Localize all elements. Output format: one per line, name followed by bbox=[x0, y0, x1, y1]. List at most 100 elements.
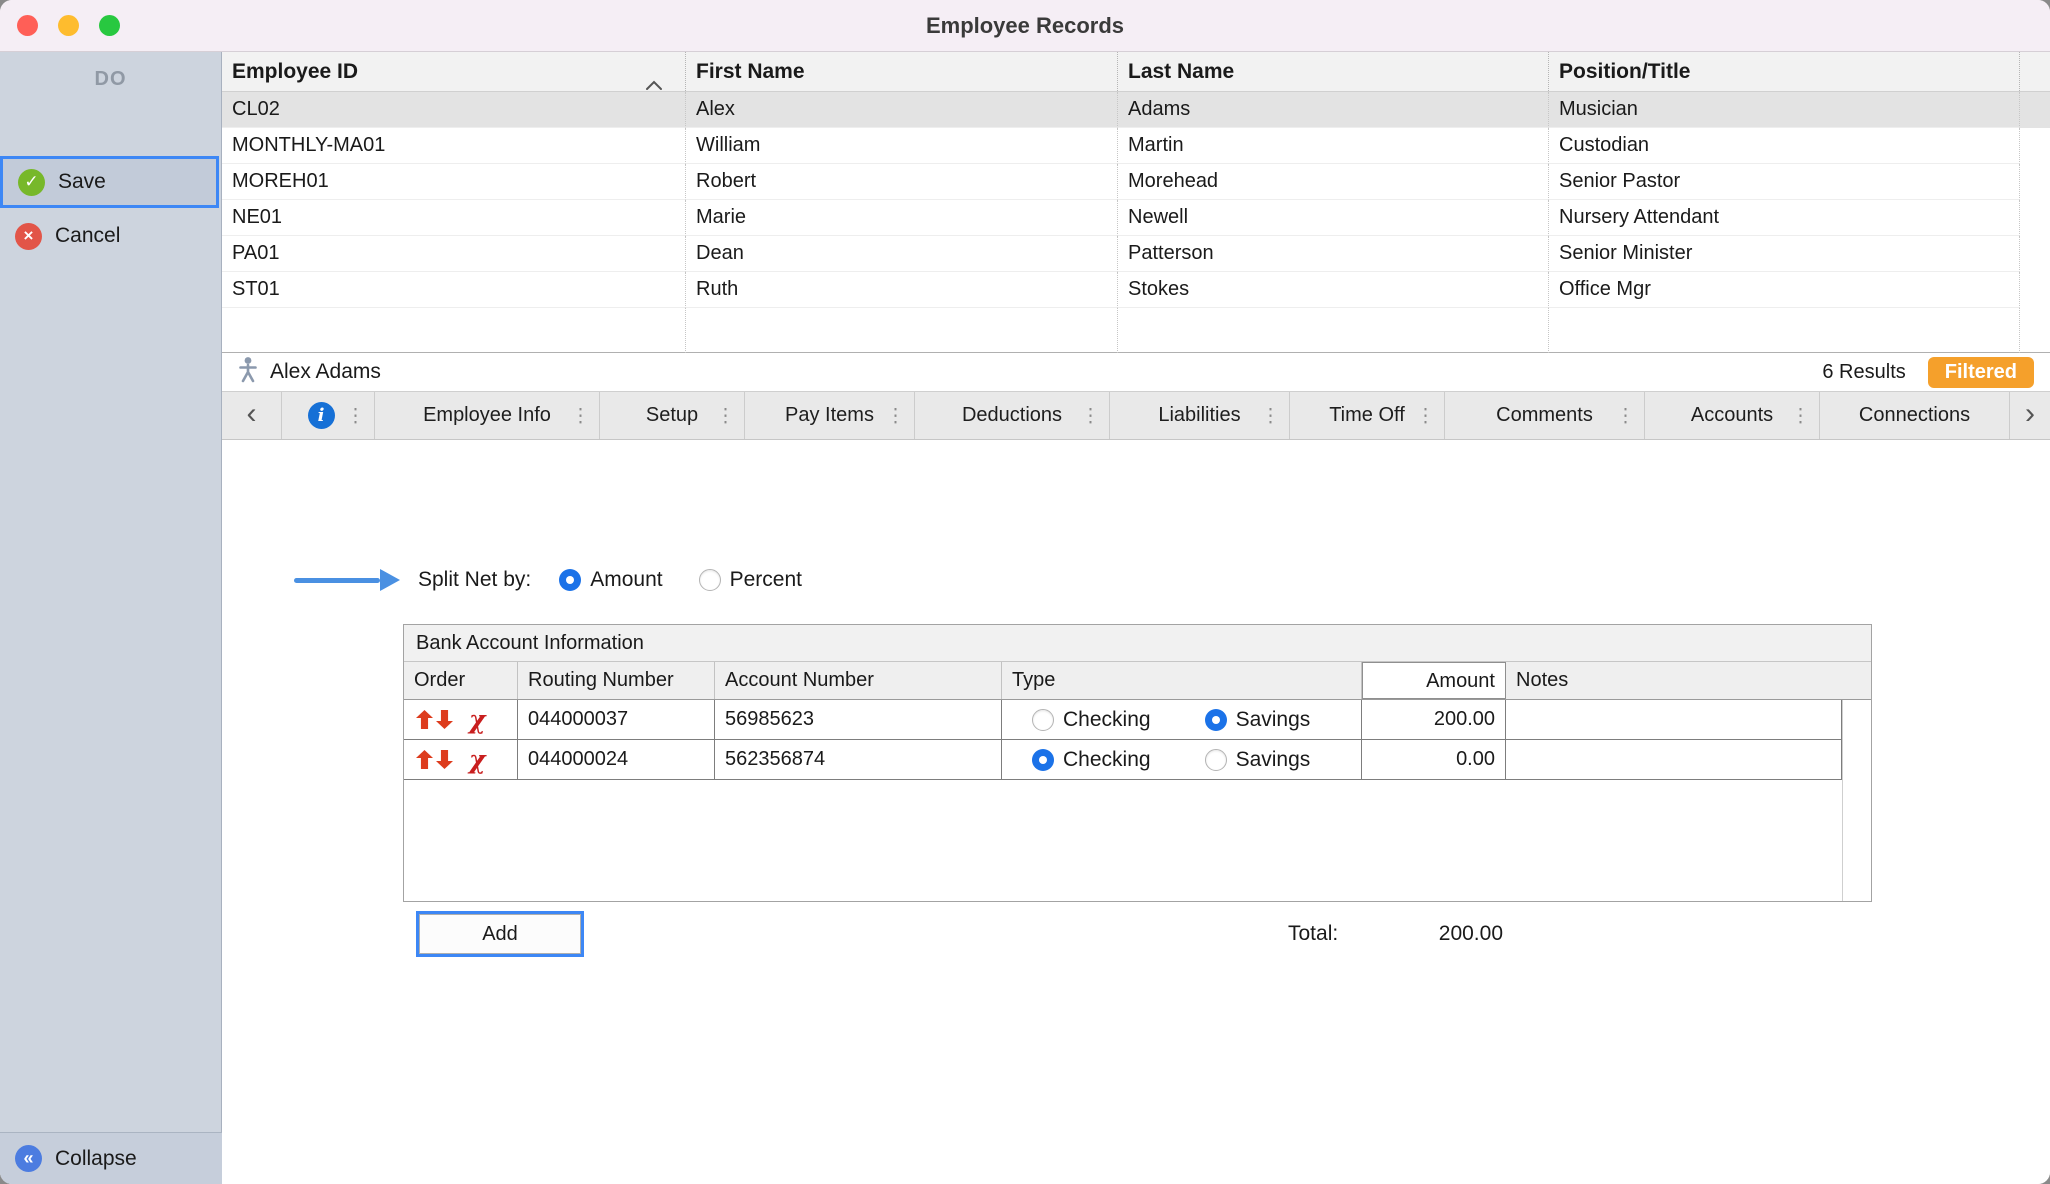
type-option-savings[interactable]: Savings bbox=[1205, 700, 1311, 739]
account-number-cell[interactable]: 56985623 bbox=[715, 700, 1002, 740]
radio-checking[interactable] bbox=[1032, 749, 1054, 771]
column-header-first-name[interactable]: First Name bbox=[686, 52, 1118, 91]
column-header-label: Employee ID bbox=[232, 60, 358, 83]
tab-menu-icon[interactable]: ⋮ bbox=[716, 404, 735, 427]
table-row[interactable]: MOREH01 Robert Morehead Senior Pastor bbox=[222, 164, 2050, 200]
cell-last-name: Adams bbox=[1118, 92, 1549, 128]
collapse-sidebar-button[interactable]: « Collapse bbox=[0, 1132, 222, 1184]
amount-cell[interactable]: 200.00 bbox=[1362, 700, 1506, 740]
split-option-amount[interactable]: Amount bbox=[559, 568, 662, 592]
table-row[interactable]: CL02 Alex Adams Musician bbox=[222, 92, 2050, 128]
notes-cell[interactable] bbox=[1506, 700, 1842, 740]
tab-connections[interactable]: Connections bbox=[1820, 392, 2010, 439]
tab-menu-icon[interactable]: ⋮ bbox=[1416, 404, 1435, 427]
tab-menu-icon[interactable]: ⋮ bbox=[1261, 404, 1280, 427]
tab-label: Deductions bbox=[962, 404, 1062, 427]
column-header-position[interactable]: Position/Title bbox=[1549, 52, 2020, 91]
table-scrollbar-gutter[interactable] bbox=[2020, 236, 2050, 272]
account-number-cell[interactable]: 562356874 bbox=[715, 740, 1002, 780]
table-scrollbar-gutter[interactable] bbox=[2020, 128, 2050, 164]
table-empty-area bbox=[222, 308, 2050, 353]
cell-first-name: Ruth bbox=[686, 272, 1118, 308]
results-count: 6 Results bbox=[1822, 361, 1905, 384]
tab-menu-icon[interactable]: ⋮ bbox=[1081, 404, 1100, 427]
bank-panel-title: Bank Account Information bbox=[404, 625, 1871, 662]
tab-menu-icon[interactable]: ⋮ bbox=[346, 404, 365, 427]
bank-scrollbar-gutter[interactable] bbox=[1842, 700, 1871, 901]
column-header-type: Type bbox=[1002, 662, 1362, 699]
tab-comments[interactable]: Comments ⋮ bbox=[1445, 392, 1645, 439]
delete-row-icon[interactable]: χ bbox=[469, 707, 485, 732]
table-row[interactable]: NE01 Marie Newell Nursery Attendant bbox=[222, 200, 2050, 236]
type-option-savings[interactable]: Savings bbox=[1205, 740, 1311, 779]
tabs-scroll-left-button[interactable]: ‹ bbox=[222, 392, 282, 439]
move-up-icon[interactable] bbox=[416, 750, 433, 769]
move-up-icon[interactable] bbox=[416, 710, 433, 729]
cancel-button-label: Cancel bbox=[55, 224, 120, 248]
tab-pay-items[interactable]: Pay Items ⋮ bbox=[745, 392, 915, 439]
column-header-last-name[interactable]: Last Name bbox=[1118, 52, 1549, 91]
cell-first-name: Dean bbox=[686, 236, 1118, 272]
employee-table-header: Employee ID First Name Last Name Positio… bbox=[222, 52, 2050, 92]
type-option-checking[interactable]: Checking bbox=[1032, 740, 1151, 779]
tab-accounts[interactable]: Accounts ⋮ bbox=[1645, 392, 1820, 439]
order-cell: χ bbox=[404, 740, 518, 780]
tabs-scroll-right-button[interactable]: › bbox=[2010, 392, 2050, 439]
tab-liabilities[interactable]: Liabilities ⋮ bbox=[1110, 392, 1290, 439]
tab-deductions[interactable]: Deductions ⋮ bbox=[915, 392, 1110, 439]
cell-first-name: Alex bbox=[686, 92, 1118, 128]
tab-menu-icon[interactable]: ⋮ bbox=[571, 404, 590, 427]
table-scrollbar-gutter[interactable] bbox=[2020, 272, 2050, 308]
type-cell: Checking Savings bbox=[1002, 700, 1362, 740]
table-scrollbar-gutter[interactable] bbox=[2020, 164, 2050, 200]
move-down-icon[interactable] bbox=[436, 710, 453, 729]
split-option-percent[interactable]: Percent bbox=[699, 568, 802, 592]
tab-label: Pay Items bbox=[785, 404, 874, 427]
bank-account-row: χ 044000024 562356874 Checking Savings bbox=[404, 740, 1871, 780]
type-option-checking[interactable]: Checking bbox=[1032, 700, 1151, 739]
info-icon: i bbox=[308, 402, 335, 429]
radio-percent[interactable] bbox=[699, 569, 721, 591]
radio-savings[interactable] bbox=[1205, 749, 1227, 771]
column-header-amount[interactable]: Amount bbox=[1362, 662, 1506, 699]
tab-setup[interactable]: Setup ⋮ bbox=[600, 392, 745, 439]
radio-amount[interactable] bbox=[559, 569, 581, 591]
selected-employee-name: Alex Adams bbox=[270, 360, 381, 384]
cell-last-name: Stokes bbox=[1118, 272, 1549, 308]
cancel-button[interactable]: × Cancel bbox=[0, 210, 222, 262]
cell-first-name: Robert bbox=[686, 164, 1118, 200]
notes-cell[interactable] bbox=[1506, 740, 1842, 780]
delete-row-icon[interactable]: χ bbox=[469, 747, 485, 772]
table-row[interactable]: ST01 Ruth Stokes Office Mgr bbox=[222, 272, 2050, 308]
radio-checking[interactable] bbox=[1032, 709, 1054, 731]
column-header-employee-id[interactable]: Employee ID bbox=[222, 52, 686, 91]
table-row[interactable]: PA01 Dean Patterson Senior Minister bbox=[222, 236, 2050, 272]
tab-employee-info[interactable]: Employee Info ⋮ bbox=[375, 392, 600, 439]
split-net-label: Split Net by: bbox=[418, 568, 531, 592]
table-scrollbar-gutter[interactable] bbox=[2020, 200, 2050, 236]
column-header-order: Order bbox=[404, 662, 518, 699]
tab-menu-icon[interactable]: ⋮ bbox=[886, 404, 905, 427]
save-button[interactable]: ✓ Save bbox=[0, 156, 219, 208]
collapse-icon: « bbox=[15, 1145, 42, 1172]
routing-number-cell[interactable]: 044000037 bbox=[518, 700, 715, 740]
tab-menu-icon[interactable]: ⋮ bbox=[1791, 404, 1810, 427]
table-row[interactable]: MONTHLY-MA01 William Martin Custodian bbox=[222, 128, 2050, 164]
cell-last-name: Morehead bbox=[1118, 164, 1549, 200]
tab-label: Time Off bbox=[1329, 404, 1405, 427]
amount-cell[interactable]: 0.00 bbox=[1362, 740, 1506, 780]
filtered-badge[interactable]: Filtered bbox=[1928, 357, 2034, 388]
table-scrollbar-gutter[interactable] bbox=[2020, 92, 2050, 128]
radio-savings[interactable] bbox=[1205, 709, 1227, 731]
tab-menu-icon[interactable]: ⋮ bbox=[1616, 404, 1635, 427]
total-label: Total: bbox=[1288, 914, 1338, 954]
title-bar: Employee Records bbox=[0, 0, 2050, 52]
accounts-page: Split Net by: Amount Percent Bank Accoun… bbox=[222, 440, 2050, 1184]
add-button[interactable]: Add bbox=[419, 914, 581, 954]
tab-time-off[interactable]: Time Off ⋮ bbox=[1290, 392, 1445, 439]
cell-position: Senior Minister bbox=[1549, 236, 2020, 272]
move-down-icon[interactable] bbox=[436, 750, 453, 769]
routing-number-cell[interactable]: 044000024 bbox=[518, 740, 715, 780]
table-scrollbar-gutter[interactable] bbox=[2020, 52, 2050, 91]
tab-info[interactable]: i ⋮ bbox=[282, 392, 375, 439]
